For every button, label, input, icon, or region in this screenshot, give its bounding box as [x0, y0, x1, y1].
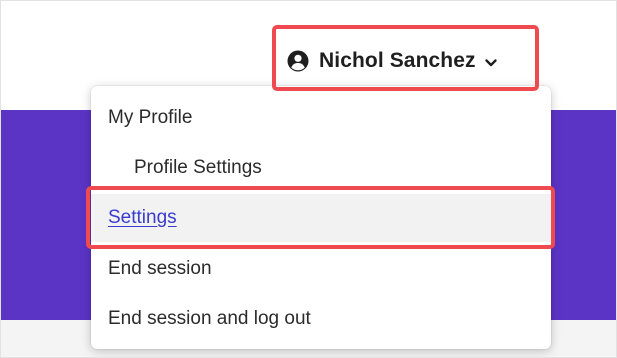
menu-item-my-profile[interactable]: My Profile	[91, 106, 551, 130]
user-circle-icon	[287, 50, 309, 72]
user-menu-button[interactable]: Nichol Sanchez	[287, 44, 498, 78]
menu-item-end-session[interactable]: End session	[91, 257, 551, 281]
menu-item-end-session-and-log-out[interactable]: End session and log out	[91, 307, 551, 331]
menu-item-profile-settings[interactable]: Profile Settings	[91, 156, 551, 180]
menu-item-settings[interactable]: Settings	[91, 206, 551, 230]
chevron-down-icon	[484, 56, 498, 70]
user-dropdown-menu: My Profile Profile Settings Settings End…	[91, 86, 551, 349]
user-name: Nichol Sanchez	[319, 49, 476, 72]
